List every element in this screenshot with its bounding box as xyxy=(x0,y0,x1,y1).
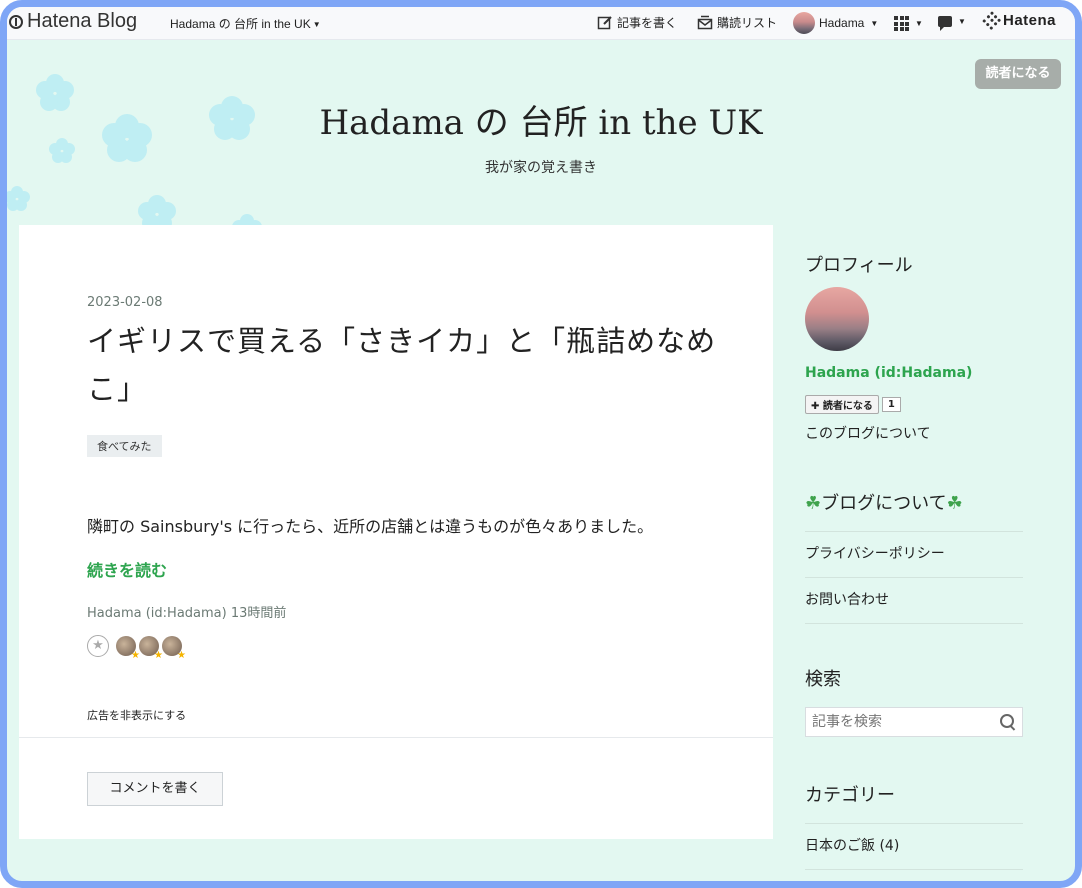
notifications-menu[interactable]: ▼ xyxy=(938,16,966,31)
apps-grid-icon xyxy=(894,16,909,31)
search-input[interactable] xyxy=(806,708,998,736)
entry-body-text: 隣町の Sainsbury's に行ったら、近所の店舗とは違うものが色々ありまし… xyxy=(87,517,654,536)
time-ago[interactable]: 13時間前 xyxy=(231,606,287,621)
profile-avatar[interactable] xyxy=(805,287,869,351)
star-user-avatar[interactable] xyxy=(139,636,163,661)
hatena-logo-icon xyxy=(9,14,23,29)
reading-list-icon xyxy=(697,15,713,29)
profile-heading: プロフィール xyxy=(805,255,913,276)
notification-bubble-icon xyxy=(938,16,952,31)
search-box xyxy=(805,707,1023,737)
search-icon[interactable] xyxy=(1000,714,1014,728)
write-entry-label: 記事を書く xyxy=(617,16,678,30)
subscribe-button[interactable]: 読者になる xyxy=(975,59,1061,89)
about-link-list: プライバシーポリシー お問い合わせ xyxy=(805,531,1023,624)
about-blog-link[interactable]: このブログについて xyxy=(805,423,931,443)
caret-down-icon: ▼ xyxy=(958,17,966,26)
hatena-blog-logo[interactable]: Hatena Blog xyxy=(9,10,137,33)
hatena-home-link[interactable]: Hatena xyxy=(982,10,1057,31)
subscriber-count[interactable]: 1 xyxy=(881,397,901,412)
category-heading: カテゴリー xyxy=(805,785,895,806)
star-user-avatar[interactable] xyxy=(162,636,186,661)
divider xyxy=(19,737,773,738)
user-avatar xyxy=(793,12,815,34)
entry-card: 2023-02-08 イギリスで買える「さきイカ」と「瓶詰めなめこ」 食べてみた… xyxy=(19,225,773,839)
clover-icon: ☘ xyxy=(946,493,963,514)
profile-subscribe: ✚ 読者になる 1 xyxy=(805,395,901,414)
reading-list-link[interactable]: 購読リスト xyxy=(697,14,777,31)
entry-footer: Hadama (id:Hadama) 13時間前 xyxy=(87,602,286,621)
global-header: Hatena Blog Hadama の 台所 in the UK ▼ 記事を書く… xyxy=(7,7,1075,40)
blog-switcher[interactable]: Hadama の 台所 in the UK ▼ xyxy=(170,15,321,32)
list-divider xyxy=(805,869,1023,881)
subscribe-small-label: 読者になる xyxy=(822,401,873,412)
subscribe-small-button[interactable]: ✚ 読者になる xyxy=(805,395,879,414)
add-star-icon[interactable]: ★ xyxy=(87,635,109,657)
browser-window: Hatena Blog Hadama の 台所 in the UK ▼ 記事を書く… xyxy=(0,0,1082,888)
user-menu[interactable]: Hadama ▼ xyxy=(793,12,878,34)
search-heading: 検索 xyxy=(805,669,841,690)
caret-down-icon: ▼ xyxy=(312,20,321,30)
hide-ads-link[interactable]: 広告を非表示にする xyxy=(87,707,186,723)
entry-date[interactable]: 2023-02-08 xyxy=(87,295,163,310)
reading-list-label: 購読リスト xyxy=(717,16,778,30)
logo-text: Hatena Blog xyxy=(27,10,138,32)
star-list: ★ xyxy=(87,635,186,661)
caret-down-icon: ▼ xyxy=(915,19,923,28)
clover-icon: ☘ xyxy=(805,493,822,514)
caret-down-icon: ▼ xyxy=(870,18,879,28)
hatena-dots-icon xyxy=(982,10,1002,31)
about-heading-label: ブログについて xyxy=(821,493,947,514)
list-divider xyxy=(805,623,1023,624)
category-list: 日本のご飯 (4) xyxy=(805,823,1023,881)
category-tag[interactable]: 食べてみた xyxy=(87,435,162,457)
profile-name-link[interactable]: Hadama (id:Hadama) xyxy=(805,365,972,381)
blog-title[interactable]: Hadama の 台所 in the UK xyxy=(7,95,1075,144)
hatena-label: Hatena xyxy=(1003,12,1057,29)
entry-title[interactable]: イギリスで買える「さきイカ」と「瓶詰めなめこ」 xyxy=(87,317,727,413)
read-more-link[interactable]: 続きを読む xyxy=(87,557,167,581)
blog-description: 我が家の覚え書き xyxy=(485,160,597,176)
blog-switcher-label: Hadama の 台所 in the UK xyxy=(170,17,311,31)
edit-icon xyxy=(597,15,612,29)
about-heading: ☘ブログについて☘ xyxy=(805,489,963,515)
author-link[interactable]: Hadama (id:Hadama) xyxy=(87,606,227,621)
write-entry-link[interactable]: 記事を書く xyxy=(597,14,677,31)
user-name: Hadama xyxy=(819,16,865,30)
star-user-avatar[interactable] xyxy=(116,636,140,661)
write-comment-button[interactable]: コメントを書く xyxy=(87,772,223,806)
apps-menu[interactable]: ▼ xyxy=(894,16,923,31)
category-item[interactable]: 日本のご飯 (4) xyxy=(805,823,1023,869)
privacy-policy-link[interactable]: プライバシーポリシー xyxy=(805,531,1023,577)
contact-link[interactable]: お問い合わせ xyxy=(805,577,1023,623)
